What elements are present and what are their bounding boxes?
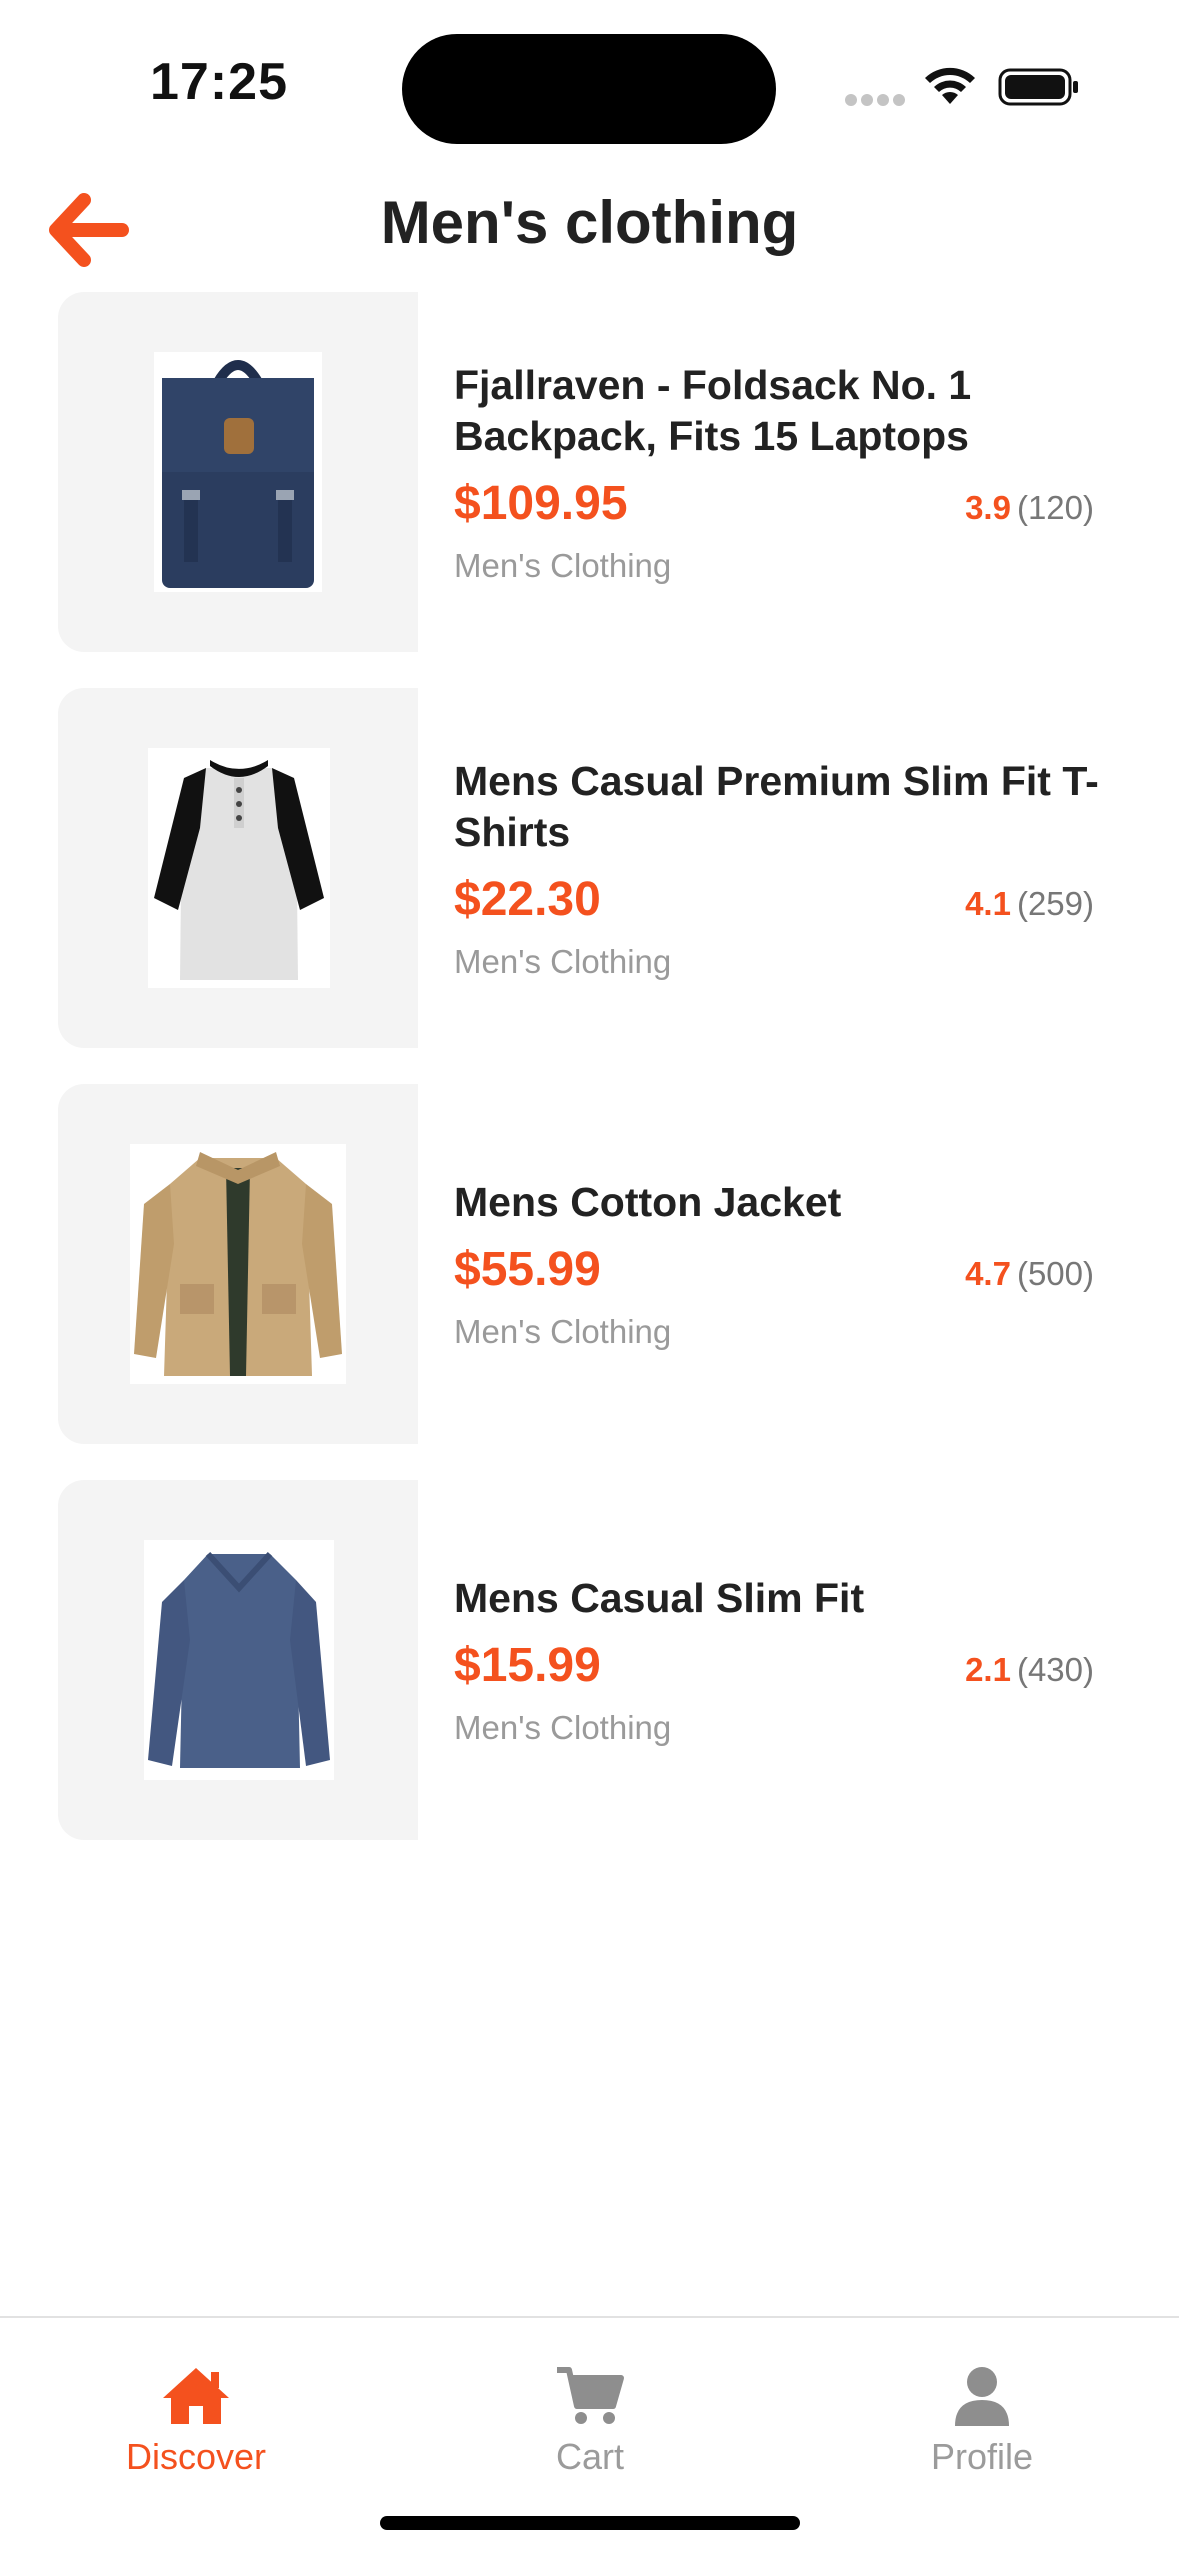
product-rating: 4.7 (500) (965, 1255, 1108, 1293)
product-price: $15.99 (454, 1639, 601, 1692)
home-indicator (380, 2516, 800, 2530)
product-card[interactable]: Mens Cotton Jacket $55.99 4.7 (500) Men's… (58, 1084, 1108, 1444)
product-category: Men's Clothing (454, 1709, 672, 1746)
rating-value: 4.1 (965, 884, 1011, 922)
price-row: $22.30 4.1 (259) (454, 872, 1108, 927)
product-category: Men's Clothing (454, 1313, 672, 1350)
tab-label: Cart (555, 2436, 624, 2477)
cart-icon (557, 2367, 624, 2424)
tab-label: Discover (125, 2436, 267, 2477)
product-name: Mens Casual Slim Fit (454, 1575, 865, 1621)
price-row: $15.99 2.1 (430) (454, 1638, 1108, 1693)
longsleeve-tshirt-image (144, 1540, 334, 1780)
product-thumbnail (58, 688, 418, 1048)
product-thumbnail (58, 1084, 418, 1444)
price-row: $55.99 4.7 (500) (454, 1242, 1108, 1297)
rating-count: (430) (1016, 1651, 1094, 1688)
product-card[interactable]: Fjallraven - Foldsack No. 1 Backpack, Fi… (58, 292, 1108, 652)
rating-value: 3.9 (965, 488, 1011, 526)
tab-discover[interactable]: Discover (76, 2364, 316, 2478)
product-info: Mens Casual Slim Fit $15.99 2.1 (430) Men… (454, 1480, 1108, 1840)
product-card[interactable]: Mens Casual Slim Fit $15.99 2.1 (430) Men… (58, 1480, 1108, 1840)
status-bar: 17:25 (0, 0, 1179, 150)
price-row: $109.95 3.9 (120) (454, 476, 1108, 531)
product-name: Mens Cotton Jacket (454, 1179, 842, 1225)
header: Men's clothing (0, 160, 1179, 290)
product-rating: 4.1 (259) (965, 885, 1108, 923)
rating-count: (500) (1016, 1255, 1094, 1292)
tab-label: Profile (930, 2436, 1034, 2477)
dynamic-island (402, 34, 776, 144)
person-icon (955, 2367, 1009, 2426)
rating-count: (259) (1016, 884, 1094, 922)
signal-dots-icon (845, 94, 905, 106)
product-rating: 3.9 (120) (965, 489, 1108, 527)
raglan-tshirt-image (148, 748, 330, 988)
product-name: Mens Casual Premium Slim Fit T-Shirts (454, 757, 1099, 855)
home-icon (163, 2368, 229, 2424)
product-category: Men's Clothing (454, 546, 672, 584)
page-title: Men's clothing (380, 189, 799, 256)
battery-icon (998, 68, 1078, 106)
product-price: $55.99 (454, 1243, 601, 1296)
status-time: 17:25 (150, 53, 288, 111)
jacket-image (130, 1144, 346, 1384)
product-price: $109.95 (454, 476, 628, 530)
wifi-icon (925, 67, 975, 104)
product-info: Fjallraven - Foldsack No. 1 Backpack, Fi… (454, 292, 1108, 652)
product-info: Mens Casual Premium Slim Fit T-Shirts $2… (454, 688, 1108, 1048)
tab-profile[interactable]: Profile (862, 2364, 1102, 2478)
product-info: Mens Cotton Jacket $55.99 4.7 (500) Men's… (454, 1084, 1108, 1444)
product-card[interactable]: Mens Casual Premium Slim Fit T-Shirts $2… (58, 688, 1108, 1048)
tab-cart[interactable]: Cart (470, 2364, 710, 2478)
product-name: Fjallraven - Foldsack No. 1 Backpack, Fi… (454, 361, 972, 459)
backpack-image (154, 352, 322, 592)
product-category: Men's Clothing (454, 942, 672, 980)
product-price: $22.30 (454, 872, 601, 926)
product-thumbnail (58, 292, 418, 652)
product-thumbnail (58, 1480, 418, 1840)
rating-value: 4.7 (965, 1255, 1011, 1292)
product-rating: 2.1 (430) (965, 1651, 1108, 1689)
rating-value: 2.1 (965, 1651, 1011, 1688)
rating-count: (120) (1016, 488, 1094, 526)
